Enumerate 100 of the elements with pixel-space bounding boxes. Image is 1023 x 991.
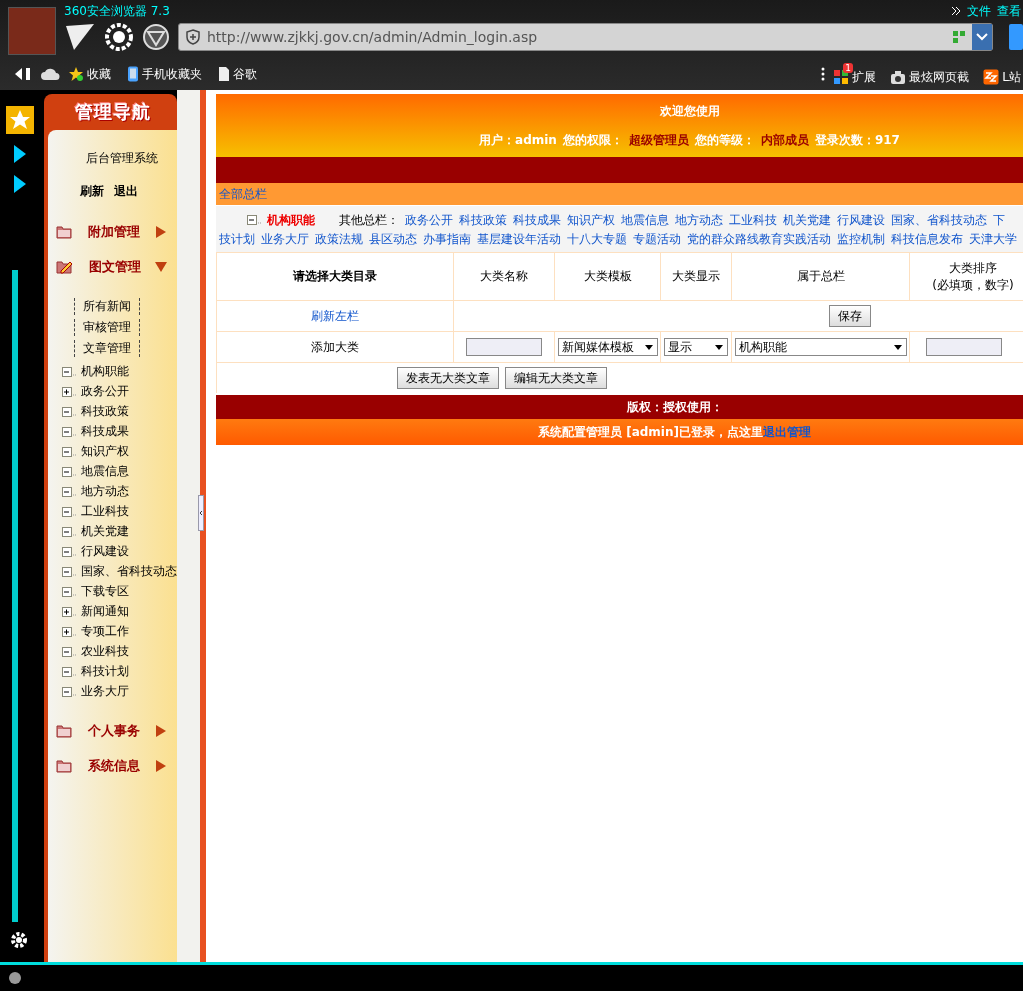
toolbar-item[interactable]: 扩展 1 (833, 62, 877, 86)
category-link[interactable]: 科技信息发布 (891, 231, 963, 248)
collapse-icon[interactable] (62, 445, 78, 457)
double-chevron-icon[interactable] (951, 6, 961, 16)
camera-icon[interactable] (890, 69, 907, 85)
input-field[interactable] (466, 338, 542, 356)
back-icon[interactable] (14, 67, 32, 81)
menu-link[interactable]: 所有新闻 (74, 298, 140, 315)
more-icon[interactable] (821, 67, 826, 81)
collapse-icon[interactable] (62, 685, 78, 697)
expand-arrow-icon[interactable] (155, 225, 167, 238)
select-dropdown[interactable]: 显示 (664, 338, 728, 356)
status-circle-icon[interactable] (8, 971, 22, 985)
collapse-icon[interactable] (62, 505, 78, 517)
collapse-handle-icon[interactable] (198, 495, 204, 531)
settings-icon[interactable] (9, 930, 29, 950)
tree-item[interactable]: 地方动态 (81, 482, 129, 500)
category-link[interactable]: 科技成果 (513, 212, 561, 229)
action-link[interactable]: 刷新 (80, 183, 104, 200)
action-link[interactable]: 退出 (114, 183, 138, 200)
category-link[interactable]: 国家、省科技动态 (891, 212, 987, 229)
category-link[interactable]: 业务大厅 (261, 231, 309, 248)
collapse-icon[interactable] (62, 525, 78, 537)
phone-icon[interactable] (127, 66, 139, 82)
action-button[interactable]: 编辑无大类文章 (504, 367, 607, 389)
category-link[interactable]: 地方动态 (675, 212, 723, 229)
section-header[interactable]: 系统信息 (48, 748, 177, 783)
category-link[interactable]: 专题活动 (633, 231, 681, 248)
bookmark-item[interactable]: 谷歌 (218, 65, 257, 83)
category-link[interactable]: 基层建设年活动 (477, 231, 561, 248)
section-header[interactable]: 图文管理 (48, 249, 177, 284)
expand-icon[interactable] (62, 385, 78, 397)
category-link[interactable]: 办事指南 (423, 231, 471, 248)
tree-item[interactable]: 科技政策 (81, 402, 129, 420)
category-link[interactable]: 十八大专题 (567, 231, 627, 248)
collapse-icon[interactable] (62, 565, 78, 577)
expand-arrow-icon[interactable] (155, 724, 167, 737)
tree-item[interactable]: 下载专区 (81, 582, 129, 600)
action-button[interactable]: 发表无大类文章 (396, 367, 499, 389)
collapse-icon[interactable] (62, 665, 78, 677)
section-header[interactable]: 个人事务 (48, 713, 177, 748)
collapse-icon[interactable] (62, 545, 78, 557)
category-link[interactable]: 知识产权 (567, 212, 615, 229)
menu-item[interactable]: 查看 (997, 2, 1021, 20)
expand-arrow-icon[interactable] (155, 759, 167, 772)
bookmark-item[interactable]: 收藏 (68, 65, 111, 83)
bookmark-item[interactable]: 手机收藏夹 (127, 65, 202, 83)
menu-link[interactable]: 审核管理 (74, 319, 140, 336)
category-link[interactable]: 党的群众路线教育实践活动 (687, 231, 831, 248)
address-bar[interactable]: http://www.zjkkj.gov.cn/admin/Admin_login.asp (178, 23, 993, 51)
cloud-icon[interactable] (40, 67, 60, 81)
tree-item[interactable]: 科技计划 (81, 662, 129, 680)
tree-item[interactable]: 国家、省科技动态 (81, 562, 177, 580)
tree-item[interactable]: 政务公开 (81, 382, 129, 400)
select-dropdown[interactable]: 机构职能 (734, 338, 907, 356)
play-icon[interactable] (13, 174, 27, 194)
category-link[interactable]: 技计划 (219, 231, 255, 248)
expand-icon[interactable] (62, 605, 78, 617)
category-link[interactable]: 政务公开 (405, 212, 453, 229)
triangle-icon[interactable] (64, 22, 96, 52)
tree-item[interactable]: 科技成果 (81, 422, 129, 440)
category-link[interactable]: 天津大学 (969, 231, 1017, 248)
select-dropdown[interactable]: 新闻媒体模板 (557, 338, 658, 356)
category-link[interactable]: 行风建设 (837, 212, 885, 229)
tree-item[interactable]: 专项工作 (81, 622, 129, 640)
category-link[interactable]: 机关党建 (783, 212, 831, 229)
ring-icon[interactable] (104, 22, 134, 52)
tree-item[interactable]: 新闻通知 (81, 602, 129, 620)
tree-item[interactable]: 行风建设 (81, 542, 129, 560)
category-link[interactable]: 工业科技 (729, 212, 777, 229)
toolbar-item[interactable]: 最炫网页截 (890, 62, 970, 86)
collapse-arrow-icon[interactable] (155, 260, 167, 273)
category-link[interactable]: 监控机制 (837, 231, 885, 248)
collapse-icon[interactable] (62, 585, 78, 597)
category-link[interactable]: 政策法规 (315, 231, 363, 248)
collapse-icon[interactable] (62, 425, 78, 437)
collapse-icon[interactable] (62, 405, 78, 417)
refresh-link[interactable]: 刷新左栏 (311, 308, 359, 323)
collapse-icon[interactable] (62, 485, 78, 497)
category-link[interactable]: 下 (993, 212, 1005, 229)
tree-item[interactable]: 农业科技 (81, 642, 129, 660)
menu-item[interactable]: 文件 (967, 2, 991, 20)
tree-item[interactable]: 业务大厅 (81, 682, 129, 700)
play-icon[interactable] (13, 144, 27, 164)
input-field[interactable] (926, 338, 1002, 356)
collapse-icon[interactable] (62, 645, 78, 657)
toolbar-item[interactable]: L站 (983, 62, 1021, 86)
tree-item[interactable]: 机关党建 (81, 522, 129, 540)
star-icon[interactable] (68, 66, 84, 82)
tree-item[interactable]: 工业科技 (81, 502, 129, 520)
tree-item[interactable]: 机构职能 (81, 362, 129, 380)
tree-item[interactable]: 知识产权 (81, 442, 129, 460)
category-link[interactable]: 地震信息 (621, 212, 669, 229)
menu-link[interactable]: 文章管理 (74, 340, 140, 357)
section-header[interactable]: 附加管理 (48, 214, 177, 249)
shield-icon[interactable] (185, 29, 201, 45)
category-link[interactable]: 科技政策 (459, 212, 507, 229)
save-button[interactable]: 保存 (829, 305, 871, 327)
collapse-icon[interactable] (62, 365, 78, 377)
category-link[interactable]: 县区动态 (369, 231, 417, 248)
